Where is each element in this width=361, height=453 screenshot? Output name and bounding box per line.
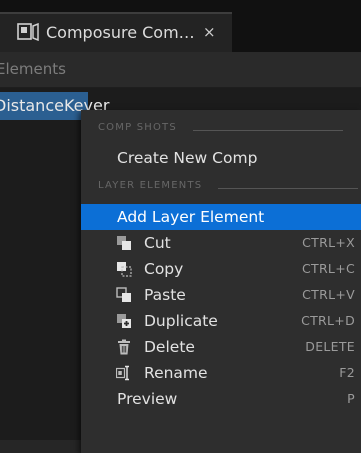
trash-icon	[118, 339, 130, 355]
section-header-layer-elements: LAYER ELEMENTS	[98, 180, 358, 196]
menu-item-shortcut: CTRL+V	[302, 287, 355, 302]
menu-item-label: Add Layer Element	[117, 208, 265, 226]
menu-item-shortcut: P	[347, 391, 355, 406]
menu-item-copy[interactable]: Copy CTRL+C	[81, 256, 361, 282]
divider	[218, 188, 358, 189]
menu-item-cut[interactable]: Cut CTRL+X	[81, 230, 361, 256]
paste-icon	[116, 287, 131, 302]
menu-item-duplicate[interactable]: Duplicate CTRL+D	[81, 308, 361, 334]
duplicate-icon	[117, 314, 131, 328]
rename-icon	[116, 365, 129, 381]
menu-item-shortcut: CTRL+X	[302, 235, 355, 250]
menu-item-preview[interactable]: Preview P	[81, 386, 361, 412]
menu-item-shortcut: F2	[339, 365, 355, 380]
elements-header-label: Elements	[0, 60, 66, 78]
menu-item-rename[interactable]: Rename F2	[81, 360, 361, 386]
tab-bar: Composure Com… ×	[0, 0, 361, 52]
section-header-label: LAYER ELEMENTS	[98, 180, 203, 191]
menu-item-label: Preview	[117, 390, 178, 408]
tab-composure[interactable]: Composure Com… ×	[0, 12, 232, 52]
menu-item-shortcut: CTRL+C	[301, 261, 355, 276]
menu-item-label: Create New Comp	[117, 149, 258, 167]
tab-close-button[interactable]: ×	[203, 23, 216, 41]
menu-item-label: Cut	[144, 234, 171, 252]
menu-item-label: Rename	[144, 364, 208, 382]
menu-item-label: Delete	[144, 338, 195, 356]
context-menu: COMP SHOTS Create New Comp LAYER ELEMENT…	[81, 110, 361, 453]
tab-title: Composure Com…	[46, 23, 195, 42]
menu-item-label: Copy	[144, 260, 184, 278]
menu-item-paste[interactable]: Paste CTRL+V	[81, 282, 361, 308]
menu-item-create-new-comp[interactable]: Create New Comp	[81, 145, 361, 171]
menu-item-shortcut: CTRL+D	[301, 313, 355, 328]
menu-item-delete[interactable]: Delete DELETE	[81, 334, 361, 360]
cut-icon	[117, 236, 131, 250]
section-header-comp-shots: COMP SHOTS	[98, 122, 348, 138]
menu-item-label: Duplicate	[144, 312, 218, 330]
list-item-selected[interactable]: DistanceKeyer	[0, 92, 109, 120]
divider	[193, 130, 343, 131]
menu-item-add-layer-element[interactable]: Add Layer Element	[81, 204, 361, 230]
section-header-label: COMP SHOTS	[98, 122, 177, 133]
menu-item-shortcut: DELETE	[305, 339, 355, 354]
menu-item-label: Paste	[144, 286, 186, 304]
composure-icon	[17, 23, 39, 41]
copy-icon	[117, 262, 132, 277]
elements-header: Elements	[0, 52, 361, 88]
